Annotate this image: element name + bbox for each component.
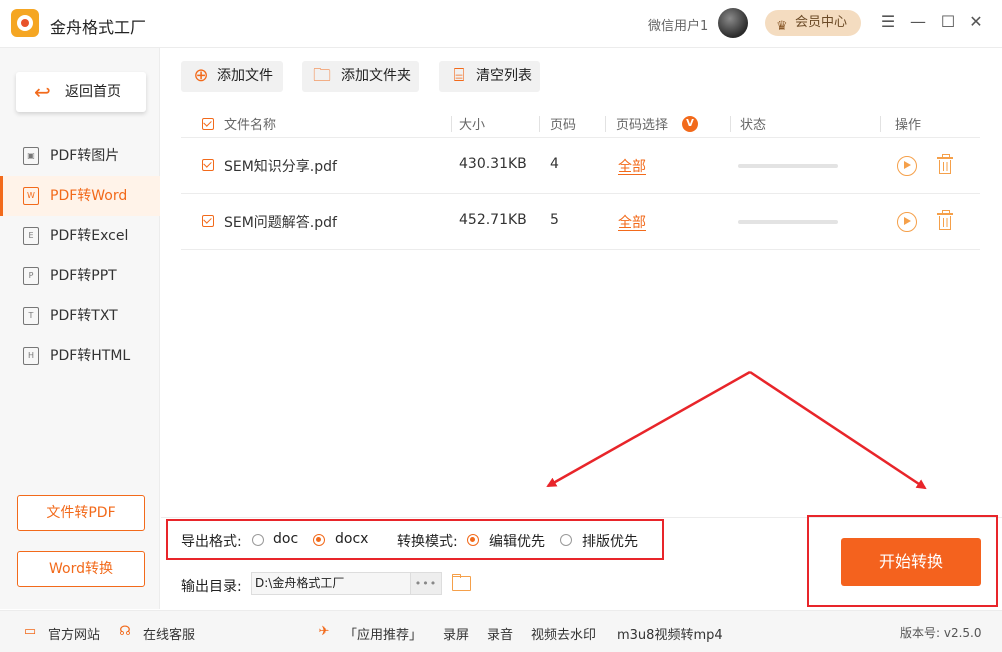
- add-file-button[interactable]: ⊕ 添加文件: [181, 61, 283, 92]
- sidebar-item-pdf-ppt[interactable]: P PDF转PPT: [0, 256, 160, 296]
- minimize-icon[interactable]: —: [908, 12, 928, 32]
- trash-icon[interactable]: [937, 210, 953, 231]
- txt-file-icon: T: [23, 307, 39, 325]
- rocket-icon: ✈: [318, 624, 330, 639]
- website-link[interactable]: 官方网站: [48, 624, 100, 643]
- sidebar-item-pdf-excel[interactable]: E PDF转Excel: [0, 216, 160, 256]
- service-link[interactable]: 在线客服: [143, 624, 195, 643]
- file-name: SEM知识分享.pdf: [224, 159, 337, 175]
- menu-icon[interactable]: ☰: [878, 12, 898, 32]
- folder-icon: 🗀: [313, 65, 331, 86]
- table-header: 文件名称 大小 页码 页码选择 V 状态 操作: [181, 110, 980, 138]
- annotation-box: [166, 519, 664, 560]
- title-bar: 金舟格式工厂 微信用户1 ♛ 会员中心 ☰ — ☐ ✕: [0, 0, 1002, 48]
- version-label: 版本号: v2.5.0: [900, 626, 982, 640]
- table-row: SEM知识分享.pdf 430.31KB 4 全部: [181, 138, 980, 194]
- sidebar-item-pdf-[interactable]: ▣ PDF转图片: [0, 136, 160, 176]
- footer-link-watermark[interactable]: 视频去水印: [531, 624, 596, 643]
- column-divider: [880, 116, 881, 132]
- sidebar-item-pdf-html[interactable]: H PDF转HTML: [0, 336, 160, 376]
- vip-center-label: 会员中心: [795, 15, 848, 30]
- column-size: 大小: [459, 118, 486, 133]
- word-convert-button[interactable]: Word转换: [17, 551, 145, 587]
- back-arrow-icon: ↩: [34, 80, 51, 104]
- row-checkbox[interactable]: [202, 159, 214, 171]
- page-count: 4: [550, 156, 559, 172]
- column-actions: 操作: [895, 118, 922, 133]
- footer-link-record-audio[interactable]: 录音: [487, 624, 513, 643]
- back-home-button[interactable]: ↩ 返回首页: [16, 72, 146, 112]
- column-pages: 页码: [550, 118, 577, 133]
- page-select-link[interactable]: 全部: [618, 156, 646, 176]
- sidebar-item-label: PDF转PPT: [50, 268, 117, 284]
- footer: ▭ 官方网站 ☊ 在线客服 ✈ 「应用推荐」 录屏 录音 视频去水印 m3u8视…: [0, 610, 1002, 652]
- sidebar-item-label: PDF转Excel: [50, 228, 129, 244]
- image-file-icon: ▣: [23, 147, 39, 165]
- add-folder-button[interactable]: 🗀 添加文件夹: [302, 61, 419, 92]
- recommend-label: 「应用推荐」: [344, 628, 423, 643]
- vip-badge-icon: V: [682, 116, 698, 132]
- page-count: 5: [550, 212, 559, 228]
- sidebar-item-label: PDF转HTML: [50, 348, 131, 364]
- add-folder-label: 添加文件夹: [341, 68, 411, 84]
- crown-icon: ♛: [776, 19, 788, 34]
- progress-bar: [738, 164, 838, 168]
- start-convert-button[interactable]: 开始转换: [841, 538, 981, 586]
- monitor-icon: ▭: [23, 624, 37, 639]
- user-name[interactable]: 微信用户1: [648, 15, 708, 34]
- app-title: 金舟格式工厂: [50, 18, 147, 37]
- annotation-arrow: [546, 370, 751, 488]
- file-size: 452.71KB: [459, 212, 527, 228]
- excel-file-icon: E: [23, 227, 39, 245]
- page-select-link[interactable]: 全部: [618, 212, 646, 232]
- avatar[interactable]: [718, 8, 748, 38]
- sidebar-item-pdf-txt[interactable]: T PDF转TXT: [0, 296, 160, 336]
- column-divider: [451, 116, 452, 132]
- file-size: 430.31KB: [459, 156, 527, 172]
- clear-list-button[interactable]: ⌸ 清空列表: [439, 61, 540, 92]
- ppt-file-icon: P: [23, 267, 39, 285]
- column-divider: [730, 116, 731, 132]
- sidebar-item-label: PDF转Word: [50, 188, 128, 204]
- play-icon[interactable]: [897, 156, 917, 176]
- output-dir-label: 输出目录:: [181, 579, 242, 595]
- plus-circle-icon: ⊕: [193, 65, 209, 86]
- trash-icon[interactable]: [937, 154, 953, 175]
- column-name: 文件名称: [224, 118, 277, 133]
- sidebar: ↩ 返回首页 ▣ PDF转图片 W PDF转Word E PDF转Excel P PDF转PP…: [0, 48, 160, 609]
- html-file-icon: H: [23, 347, 39, 365]
- sidebar-item-label: PDF转TXT: [50, 308, 118, 324]
- column-divider: [605, 116, 606, 132]
- add-file-label: 添加文件: [217, 68, 273, 84]
- close-icon[interactable]: ✕: [966, 12, 986, 32]
- word-file-icon: W: [23, 187, 39, 205]
- play-icon[interactable]: [897, 212, 917, 232]
- maximize-icon[interactable]: ☐: [938, 12, 958, 32]
- table-row: SEM问题解答.pdf 452.71KB 5 全部: [181, 194, 980, 250]
- annotation-arrow: [749, 370, 927, 490]
- vip-center-button[interactable]: ♛ 会员中心: [765, 10, 861, 36]
- row-checkbox[interactable]: [202, 215, 214, 227]
- file-name: SEM问题解答.pdf: [224, 215, 337, 231]
- progress-bar: [738, 220, 838, 224]
- column-status: 状态: [740, 118, 767, 133]
- footer-link-record-screen[interactable]: 录屏: [443, 624, 469, 643]
- open-folder-icon[interactable]: [452, 574, 471, 591]
- sidebar-item-pdf-word[interactable]: W PDF转Word: [0, 176, 160, 216]
- browse-button[interactable]: •••: [410, 572, 442, 595]
- file-to-pdf-button[interactable]: 文件转PDF: [17, 495, 145, 531]
- footer-link-m3u8[interactable]: m3u8视频转mp4: [617, 624, 723, 643]
- output-dir-input[interactable]: D:\金舟格式工厂: [251, 572, 411, 595]
- app-logo-icon: [11, 9, 39, 37]
- sidebar-item-label: PDF转图片: [50, 148, 120, 164]
- column-divider: [539, 116, 540, 132]
- headset-icon: ☊: [119, 624, 131, 639]
- clear-list-label: 清空列表: [476, 68, 532, 84]
- select-all-checkbox[interactable]: [202, 118, 214, 130]
- basket-icon: ⌸: [453, 65, 465, 86]
- back-home-label: 返回首页: [65, 84, 121, 100]
- column-page-select: 页码选择: [616, 118, 669, 133]
